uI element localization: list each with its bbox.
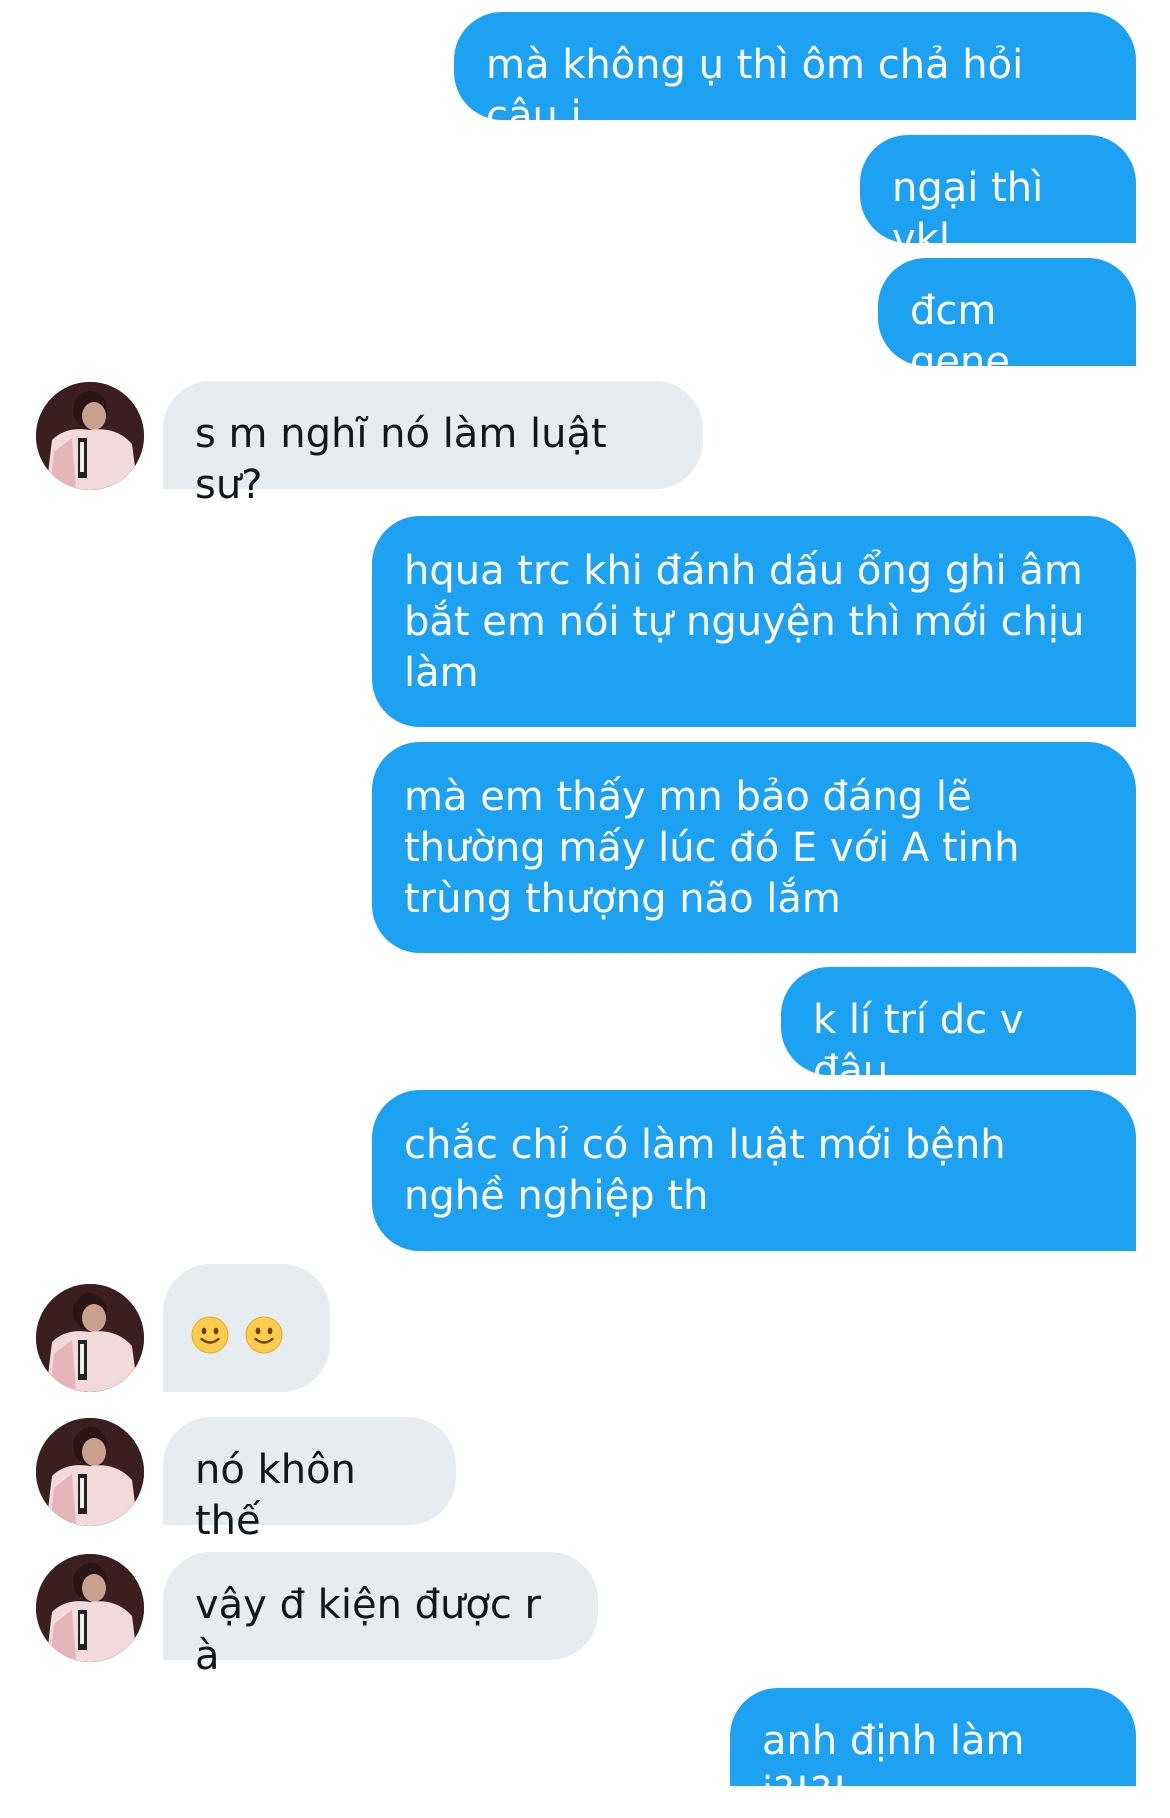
slightly-smiling-face-icon: [245, 1316, 283, 1354]
contact-avatar[interactable]: [36, 1418, 144, 1526]
outgoing-message[interactable]: chắc chỉ có làm luật mới bệnh nghề nghiệ…: [372, 1090, 1136, 1251]
incoming-message[interactable]: s m nghĩ nó làm luật sư?: [163, 381, 703, 508]
contact-avatar[interactable]: [36, 1554, 144, 1662]
slightly-smiling-face-icon: [191, 1316, 229, 1354]
outgoing-message[interactable]: hqua trc khi đánh dấu ổng ghi âm bắt em …: [372, 516, 1136, 727]
outgoing-message[interactable]: anh định làm j?!?!: [730, 1688, 1136, 1815]
message-text: vậy đ kiện được r à: [195, 1582, 541, 1679]
outgoing-message[interactable]: ngại thì vkl: [860, 135, 1136, 262]
outgoing-message[interactable]: đcm gene: [878, 258, 1136, 385]
message-text: hqua trc khi đánh dấu ổng ghi âm bắt em …: [404, 548, 1085, 696]
incoming-message[interactable]: vậy đ kiện được r à: [163, 1552, 598, 1679]
conversation-view: mà không ụ thì ôm chả hỏi câu j ngại thì…: [0, 0, 1170, 1815]
outgoing-message[interactable]: mà không ụ thì ôm chả hỏi câu j: [454, 12, 1136, 139]
message-text: s m nghĩ nó làm luật sư?: [195, 411, 607, 508]
message-text: ngại thì vkl: [892, 165, 1044, 262]
contact-avatar[interactable]: [36, 382, 144, 490]
incoming-message[interactable]: nó khôn thế: [163, 1417, 456, 1544]
message-text: nó khôn thế: [195, 1447, 356, 1544]
message-text: k lí trí dc v đâu: [813, 997, 1024, 1094]
message-text: mà em thấy mn bảo đáng lẽ thường mấy lúc…: [404, 774, 1020, 922]
message-text: mà không ụ thì ôm chả hỏi câu j: [486, 42, 1024, 139]
message-text: đcm gene: [910, 288, 1010, 385]
outgoing-message[interactable]: mà em thấy mn bảo đáng lẽ thường mấy lúc…: [372, 742, 1136, 953]
incoming-message[interactable]: [163, 1264, 330, 1392]
message-text: chắc chỉ có làm luật mới bệnh nghề nghiệ…: [404, 1122, 1006, 1219]
outgoing-message[interactable]: k lí trí dc v đâu: [781, 967, 1136, 1094]
contact-avatar[interactable]: [36, 1284, 144, 1392]
message-text: anh định làm j?!?!: [762, 1718, 1025, 1815]
